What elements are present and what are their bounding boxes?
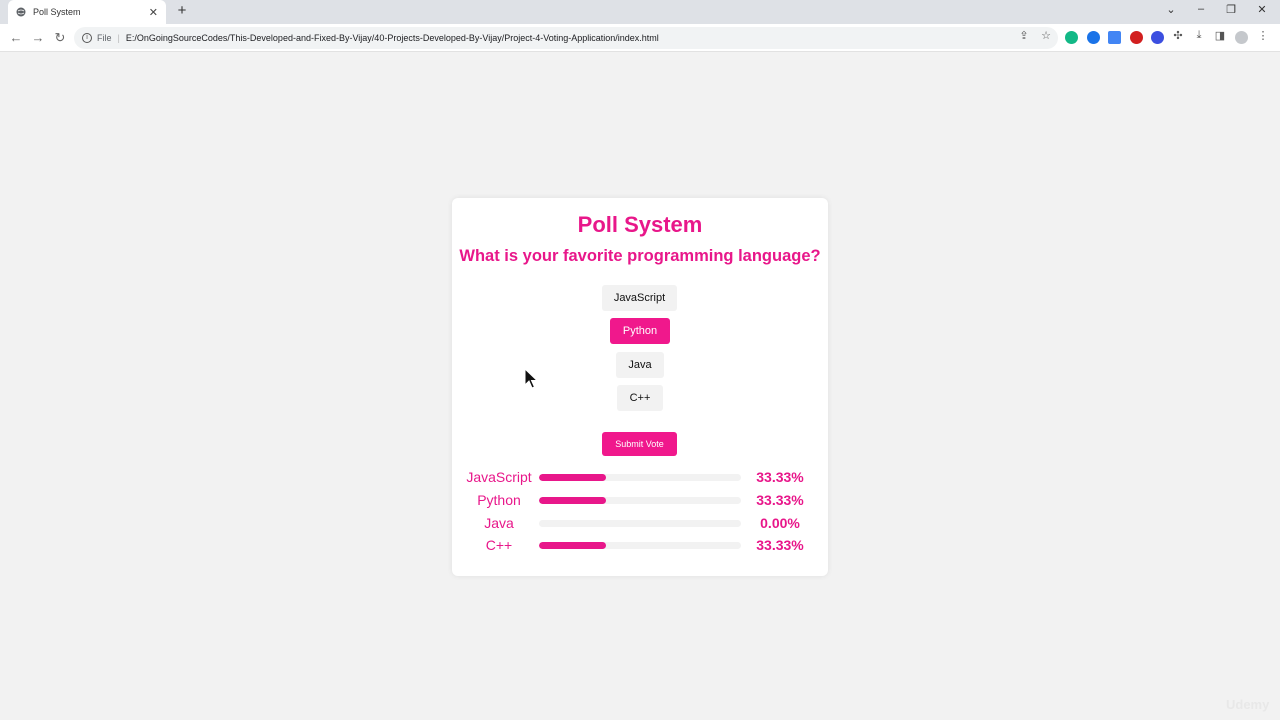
option-python[interactable]: Python [610, 318, 670, 344]
menu-icon[interactable]: ⋮ [1256, 29, 1270, 42]
new-tab-button[interactable]: + [174, 3, 190, 19]
result-row: JavaScript 33.33% [452, 468, 828, 488]
result-row: Java 0.00% [452, 514, 828, 534]
opera-extension-icon[interactable] [1130, 31, 1143, 44]
url-text: E:/OnGoingSourceCodes/This-Developed-and… [125, 33, 659, 43]
download-icon[interactable]: ⤓ [1192, 29, 1206, 42]
poll-card: Poll System What is your favorite progra… [452, 198, 828, 576]
result-bar [539, 542, 741, 549]
tab-title: Poll System [33, 7, 81, 17]
result-percent: 33.33% [756, 537, 804, 553]
back-icon[interactable]: ← [8, 30, 24, 46]
result-percent: 33.33% [756, 469, 804, 485]
share-icon[interactable]: ⇪ [1017, 29, 1031, 42]
mouse-cursor-icon [524, 367, 539, 395]
close-window-button[interactable]: ✕ [1254, 3, 1270, 16]
result-bar-fill [539, 497, 607, 504]
result-bar [539, 474, 741, 481]
url-scheme: File [97, 33, 112, 43]
result-label: JavaScript [466, 469, 532, 485]
result-bar-fill [539, 542, 607, 549]
minimize-button[interactable]: – [1193, 3, 1209, 15]
profile-avatar-icon[interactable] [1235, 31, 1248, 44]
result-row: C++ 33.33% [452, 536, 828, 556]
browser-toolbar: ← → ↻ i File | E:/OnGoingSourceCodes/Thi… [0, 24, 1280, 52]
result-bar [539, 520, 741, 527]
address-bar[interactable]: i File | E:/OnGoingSourceCodes/This-Deve… [74, 27, 1058, 49]
extension-icon[interactable] [1087, 31, 1100, 44]
result-percent: 0.00% [760, 515, 800, 531]
result-bar [539, 497, 741, 504]
globe-icon [16, 7, 26, 17]
result-label: Java [484, 515, 514, 531]
side-panel-icon[interactable]: ◨ [1213, 29, 1227, 42]
tab-search-icon[interactable]: ⌄ [1163, 3, 1179, 16]
extension-icon[interactable] [1151, 31, 1164, 44]
result-bar-fill [539, 474, 607, 481]
result-label: C++ [485, 537, 513, 553]
option-java[interactable]: Java [616, 352, 664, 378]
result-row: Python 33.33% [452, 491, 828, 511]
forward-icon[interactable]: → [30, 30, 46, 46]
watermark: Udemy [1226, 697, 1270, 712]
option-javascript[interactable]: JavaScript [602, 285, 677, 311]
browser-tab[interactable]: Poll System ✕ [8, 0, 166, 24]
result-label: Python [477, 492, 521, 508]
reload-icon[interactable]: ↻ [52, 30, 68, 46]
puzzle-extensions-icon[interactable]: ✣ [1171, 29, 1185, 42]
option-cpp[interactable]: C++ [617, 385, 663, 411]
browser-tab-bar: Poll System ✕ + ⌄ – ❐ ✕ [0, 0, 1280, 24]
url-separator: | [117, 33, 120, 43]
info-icon[interactable]: i [82, 33, 92, 43]
result-percent: 33.33% [756, 492, 804, 508]
bookmark-star-icon[interactable]: ☆ [1039, 29, 1053, 42]
submit-vote-button[interactable]: Submit Vote [602, 432, 677, 456]
grammarly-extension-icon[interactable] [1065, 31, 1078, 44]
restore-button[interactable]: ❐ [1223, 3, 1239, 16]
translate-extension-icon[interactable] [1108, 31, 1121, 44]
close-tab-icon[interactable]: ✕ [149, 6, 158, 19]
page-title: Poll System [577, 212, 703, 237]
poll-question: What is your favorite programming langua… [459, 247, 821, 265]
